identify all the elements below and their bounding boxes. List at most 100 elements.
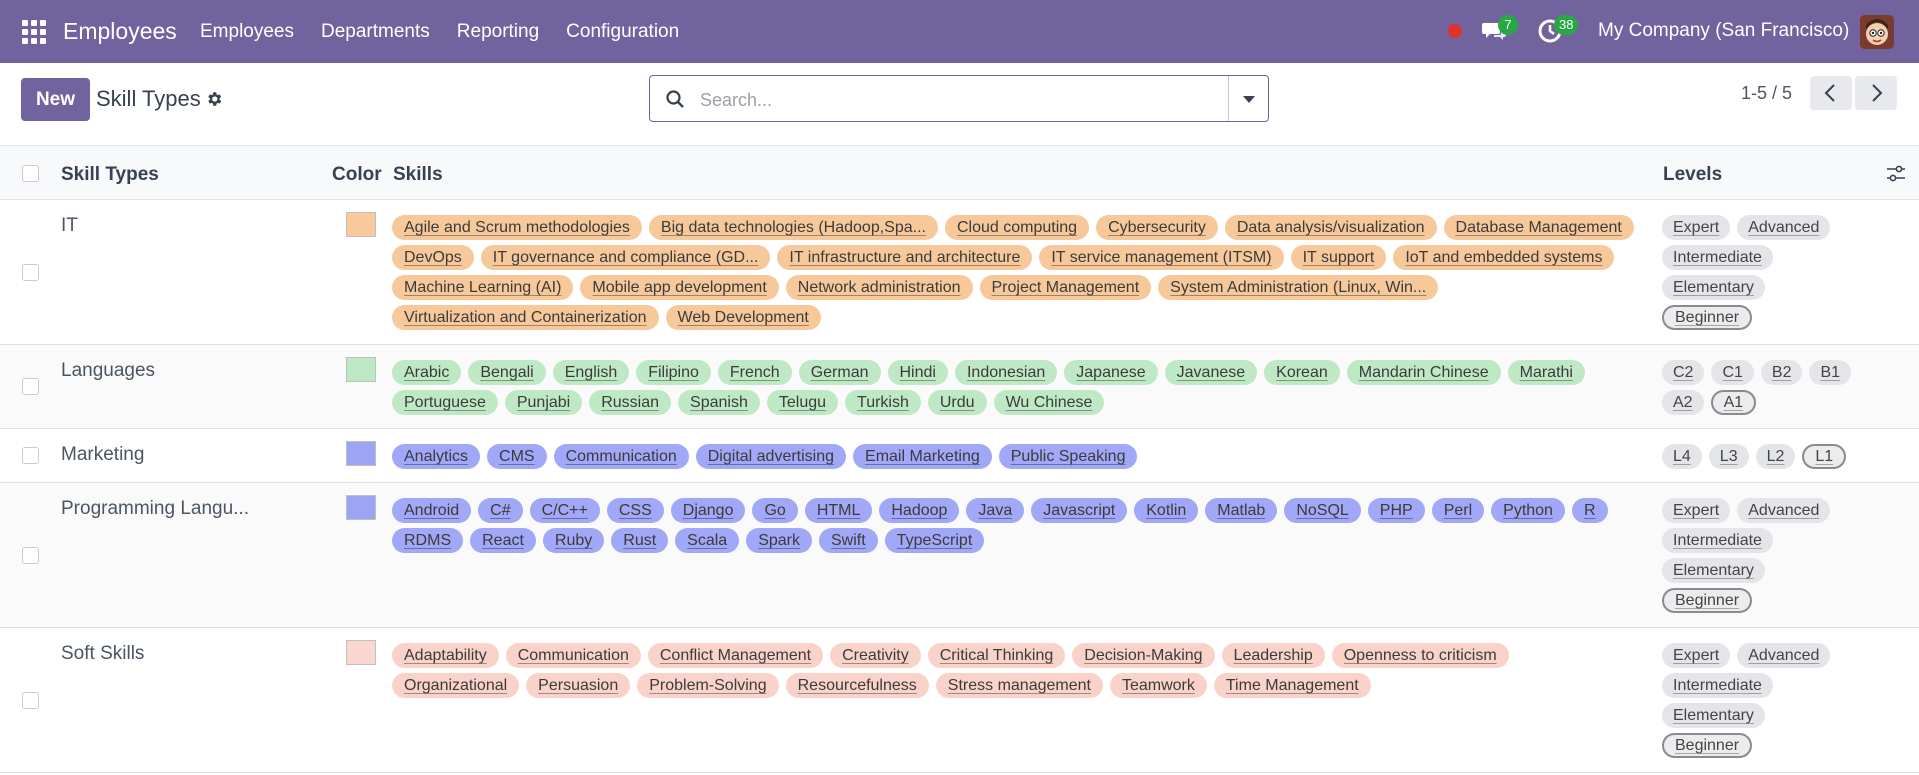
- header-skill-types[interactable]: Skill Types: [61, 164, 159, 186]
- skill-tag[interactable]: React: [470, 528, 536, 553]
- skill-tag[interactable]: Java: [966, 498, 1025, 523]
- skill-tag[interactable]: Javanese: [1164, 360, 1258, 385]
- skill-tag[interactable]: CSS: [606, 498, 664, 523]
- menu-employees[interactable]: Employees: [200, 21, 294, 43]
- skill-tag[interactable]: Communication: [505, 643, 641, 668]
- skill-tag[interactable]: R: [1571, 498, 1608, 523]
- skill-tag[interactable]: Kotlin: [1134, 498, 1199, 523]
- skill-tag[interactable]: Persuasion: [526, 673, 631, 698]
- level-tag[interactable]: Expert: [1662, 643, 1731, 668]
- skill-tag[interactable]: CMS: [487, 444, 547, 469]
- skill-tag[interactable]: Organizational: [392, 673, 520, 698]
- row-checkbox[interactable]: [22, 378, 39, 395]
- skill-tag[interactable]: Rust: [611, 528, 669, 553]
- skill-tag[interactable]: Critical Thinking: [927, 643, 1066, 668]
- skill-tag[interactable]: Filipino: [636, 360, 711, 385]
- skill-tag[interactable]: RDMS: [392, 528, 464, 553]
- level-tag[interactable]: Advanced: [1737, 215, 1831, 240]
- header-skills[interactable]: Skills: [393, 164, 443, 186]
- skill-tag[interactable]: Spark: [746, 528, 812, 553]
- skill-tag[interactable]: Android: [392, 498, 472, 523]
- color-swatch[interactable]: [346, 640, 376, 665]
- skill-tag[interactable]: Time Management: [1213, 673, 1371, 698]
- menu-reporting[interactable]: Reporting: [457, 21, 539, 43]
- skill-tag[interactable]: IT infrastructure and architecture: [777, 245, 1033, 270]
- skill-tag[interactable]: Python: [1491, 498, 1565, 523]
- skill-tag[interactable]: Adaptability: [392, 643, 499, 668]
- skill-tag[interactable]: C#: [478, 498, 523, 523]
- level-tag[interactable]: B1: [1809, 360, 1852, 385]
- table-row[interactable]: Marketing Analytics CMS Communication Digita…: [0, 429, 1919, 483]
- level-tag[interactable]: Elementary: [1662, 275, 1765, 300]
- skill-tag[interactable]: Marathi: [1507, 360, 1585, 385]
- skill-tag[interactable]: Indonesian: [954, 360, 1058, 385]
- select-all-checkbox[interactable]: [22, 165, 39, 182]
- app-name[interactable]: Employees: [63, 18, 177, 45]
- table-row[interactable]: Languages Arabic Bengali English Filipino Fre…: [0, 345, 1919, 429]
- header-levels[interactable]: Levels: [1663, 164, 1722, 186]
- skill-tag[interactable]: Public Speaking: [998, 444, 1138, 469]
- skill-tag[interactable]: Go: [752, 498, 798, 523]
- gear-icon[interactable]: [205, 90, 223, 108]
- color-swatch[interactable]: [346, 357, 376, 382]
- skill-tag[interactable]: Openness to criticism: [1331, 643, 1509, 668]
- skill-tag[interactable]: Perl: [1431, 498, 1485, 523]
- level-tag[interactable]: L4: [1662, 444, 1702, 469]
- skill-tag[interactable]: System Administration (Linux, Win...: [1158, 275, 1439, 300]
- skill-tag[interactable]: Mobile app development: [580, 275, 779, 300]
- skill-tag[interactable]: Korean: [1264, 360, 1340, 385]
- skill-tag[interactable]: HTML: [804, 498, 873, 523]
- skill-tag[interactable]: Arabic: [392, 360, 462, 385]
- skill-tag[interactable]: Mandarin Chinese: [1346, 360, 1501, 385]
- skill-tag[interactable]: Django: [670, 498, 746, 523]
- optional-columns-icon[interactable]: [1886, 165, 1906, 183]
- skill-tag[interactable]: Project Management: [979, 275, 1152, 300]
- skill-tag[interactable]: Web Development: [665, 305, 821, 330]
- skill-tag[interactable]: German: [798, 360, 881, 385]
- skill-tag[interactable]: Creativity: [830, 643, 921, 668]
- skill-tag[interactable]: Database Management: [1443, 215, 1634, 240]
- skill-tag[interactable]: Scala: [675, 528, 740, 553]
- level-tag[interactable]: Elementary: [1662, 558, 1765, 583]
- header-color[interactable]: Color: [332, 164, 382, 186]
- skill-tag[interactable]: Turkish: [845, 390, 921, 415]
- new-button[interactable]: New: [21, 78, 90, 121]
- skill-tag[interactable]: Telugu: [766, 390, 839, 415]
- skill-tag[interactable]: Bengali: [468, 360, 546, 385]
- skill-tag[interactable]: Ruby: [542, 528, 605, 553]
- skill-tag[interactable]: DevOps: [392, 245, 474, 270]
- menu-configuration[interactable]: Configuration: [566, 21, 679, 43]
- skill-tag[interactable]: Decision-Making: [1072, 643, 1215, 668]
- table-row[interactable]: Soft Skills Adaptability Communication Conf…: [0, 628, 1919, 773]
- search-options-toggle[interactable]: [1229, 76, 1269, 121]
- skill-tag[interactable]: English: [552, 360, 630, 385]
- level-tag[interactable]: C1: [1711, 360, 1754, 385]
- color-swatch[interactable]: [346, 441, 376, 466]
- level-tag[interactable]: L2: [1755, 444, 1796, 469]
- pager-value[interactable]: 1-5 / 5: [1741, 83, 1792, 104]
- level-tag[interactable]: B2: [1760, 360, 1803, 385]
- skill-tag[interactable]: Digital advertising: [695, 444, 847, 469]
- skill-tag[interactable]: Agile and Scrum methodologies: [392, 215, 642, 240]
- skill-tag[interactable]: French: [717, 360, 792, 385]
- skill-tag[interactable]: TypeScript: [884, 528, 985, 553]
- skill-tag[interactable]: Javascript: [1031, 498, 1128, 523]
- skill-tag[interactable]: Problem-Solving: [637, 673, 779, 698]
- skill-tag[interactable]: Urdu: [927, 390, 987, 415]
- skill-tag[interactable]: Analytics: [392, 444, 481, 469]
- row-checkbox[interactable]: [22, 447, 39, 464]
- skill-tag[interactable]: Japanese: [1064, 360, 1158, 385]
- skill-tag[interactable]: IT governance and compliance (GD...: [480, 245, 771, 270]
- color-swatch[interactable]: [346, 212, 376, 237]
- skill-tag[interactable]: Hadoop: [879, 498, 960, 523]
- pager-previous-button[interactable]: [1810, 76, 1852, 110]
- row-checkbox[interactable]: [22, 263, 39, 281]
- company-switcher[interactable]: My Company (San Francisco): [1598, 20, 1849, 42]
- skill-tag[interactable]: Spanish: [678, 390, 760, 415]
- skill-tag[interactable]: PHP: [1367, 498, 1425, 523]
- table-row[interactable]: Programming Langu... Android C# C/C++ CSS Dja…: [0, 483, 1919, 628]
- skill-tag[interactable]: Swift: [819, 528, 878, 553]
- level-tag[interactable]: Beginner: [1662, 588, 1753, 613]
- level-tag[interactable]: L3: [1708, 444, 1749, 469]
- row-checkbox[interactable]: [22, 546, 39, 564]
